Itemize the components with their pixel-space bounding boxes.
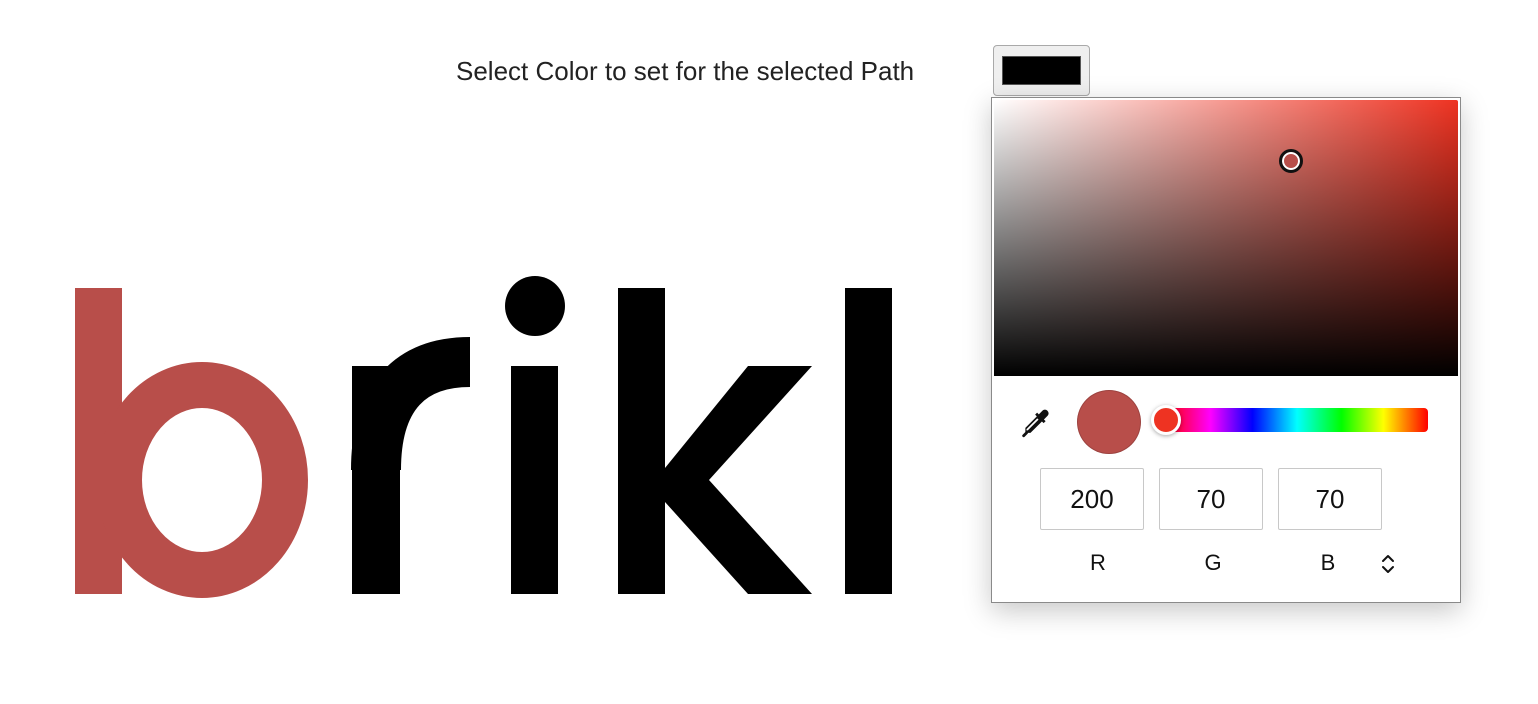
color-picker-popover: R G B [991, 97, 1461, 603]
saturation-value-handle[interactable] [1278, 148, 1303, 173]
hue-slider[interactable] [1151, 405, 1428, 435]
color-mode-toggle-icon[interactable] [1378, 550, 1398, 578]
page: Select Color to set for the selected Pat… [0, 0, 1538, 704]
red-channel-label: R [1090, 550, 1106, 575]
logo-letter-i[interactable] [505, 276, 565, 594]
eyedropper-icon[interactable] [1018, 406, 1052, 440]
green-channel-input[interactable] [1159, 468, 1263, 530]
saturation-value-area[interactable] [994, 100, 1458, 376]
red-channel-input[interactable] [1040, 468, 1144, 530]
hue-slider-handle[interactable] [1151, 405, 1181, 435]
selected-color-preview [1077, 390, 1141, 454]
brikl-logo [75, 276, 892, 598]
logo-letter-k[interactable] [618, 288, 812, 594]
green-channel-label: G [1204, 550, 1222, 575]
current-color-swatch [1002, 56, 1081, 85]
logo-letter-l[interactable] [845, 288, 892, 594]
blue-channel-input[interactable] [1278, 468, 1382, 530]
blue-channel-label: B [1320, 550, 1336, 575]
logo-letter-r[interactable] [351, 337, 471, 594]
logo-letter-b[interactable] [75, 288, 308, 598]
color-swatch-button[interactable] [993, 45, 1090, 96]
